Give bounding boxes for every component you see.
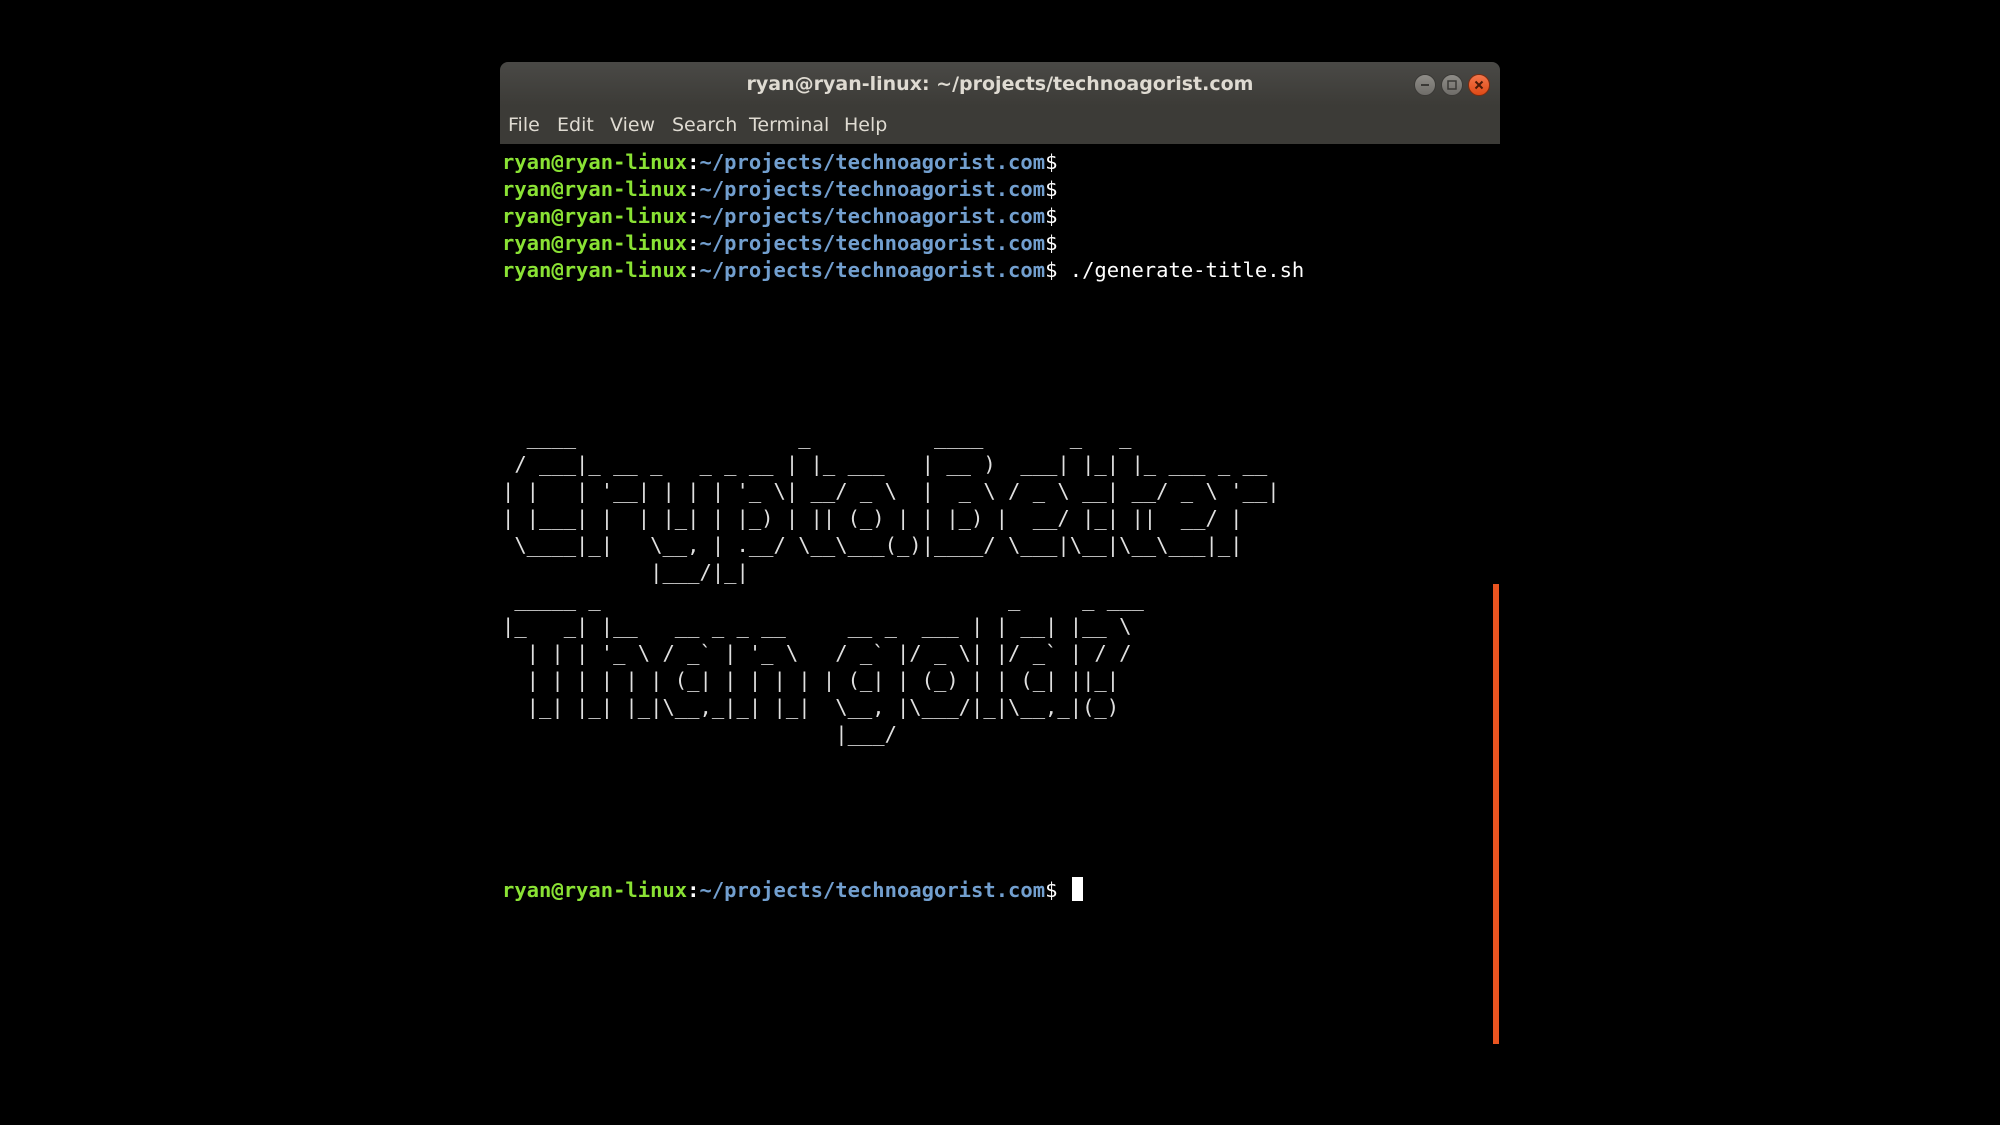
active-prompt-line: ryan@ryan-linux:~/projects/technoagorist… (502, 877, 1083, 903)
prompt-line: ryan@ryan-linux:~/projects/technoagorist… (502, 203, 1057, 229)
prompt-path: ~/projects/technoagorist.com (699, 177, 1046, 201)
ascii-art-title-line2: _____ _ _ _ ___ |_ _| |__ __ _ _ __ __ _… (502, 587, 1144, 746)
prompt-line: ryan@ryan-linux:~/projects/technoagorist… (502, 149, 1057, 175)
minimize-icon (1421, 84, 1429, 86)
prompt-line: ryan@ryan-linux:~/projects/technoagorist… (502, 176, 1057, 202)
window-title: ryan@ryan-linux: ~/projects/technoagoris… (746, 73, 1254, 95)
prompt-user-host: ryan@ryan-linux (502, 231, 688, 255)
terminal-window: ryan@ryan-linux: ~/projects/technoagoris… (500, 62, 1500, 1064)
menu-edit[interactable]: Edit (557, 114, 594, 136)
close-button[interactable] (1468, 74, 1490, 96)
command-text: ./generate-title.sh (1057, 258, 1305, 282)
prompt-path: ~/projects/technoagorist.com (699, 150, 1046, 174)
menu-terminal[interactable]: Terminal (749, 114, 829, 136)
scrollbar[interactable] (1493, 584, 1499, 1044)
title-bar[interactable]: ryan@ryan-linux: ~/projects/technoagoris… (500, 62, 1500, 106)
prompt-user-host: ryan@ryan-linux (502, 258, 688, 282)
prompt-user-host: ryan@ryan-linux (502, 177, 688, 201)
prompt-user-host: ryan@ryan-linux (502, 878, 688, 902)
prompt-colon: : (687, 150, 700, 174)
command-line: ryan@ryan-linux:~/projects/technoagorist… (502, 257, 1304, 283)
menu-search[interactable]: Search (672, 114, 737, 136)
maximize-icon (1447, 80, 1457, 90)
minimize-button[interactable] (1414, 74, 1436, 96)
prompt-symbol: $ (1045, 204, 1058, 228)
prompt-colon: : (687, 204, 700, 228)
prompt-colon: : (687, 878, 700, 902)
prompt-colon: : (687, 177, 700, 201)
prompt-user-host: ryan@ryan-linux (502, 204, 688, 228)
ascii-art-title-line1: ____ _ ____ _ _ / ___|_ __ _ _ _ __ | |_… (502, 425, 1280, 584)
prompt-colon: : (687, 258, 700, 282)
menu-view[interactable]: View (610, 114, 655, 136)
prompt-symbol: $ (1045, 231, 1058, 255)
prompt-line: ryan@ryan-linux:~/projects/technoagorist… (502, 230, 1057, 256)
menu-bar: File Edit View Search Terminal Help (500, 106, 1500, 144)
prompt-path: ~/projects/technoagorist.com (699, 204, 1046, 228)
menu-help[interactable]: Help (844, 114, 887, 136)
menu-file[interactable]: File (508, 114, 540, 136)
close-icon (1474, 80, 1484, 90)
prompt-path: ~/projects/technoagorist.com (699, 878, 1046, 902)
terminal-output[interactable]: ryan@ryan-linux:~/projects/technoagorist… (500, 144, 1500, 1064)
prompt-path: ~/projects/technoagorist.com (699, 231, 1046, 255)
prompt-symbol: $ (1045, 878, 1058, 902)
prompt-symbol: $ (1045, 258, 1058, 282)
prompt-colon: : (687, 231, 700, 255)
prompt-symbol: $ (1045, 177, 1058, 201)
prompt-path: ~/projects/technoagorist.com (699, 258, 1046, 282)
prompt-user-host: ryan@ryan-linux (502, 150, 688, 174)
text-cursor (1071, 877, 1083, 901)
prompt-symbol: $ (1045, 150, 1058, 174)
maximize-button[interactable] (1441, 74, 1463, 96)
